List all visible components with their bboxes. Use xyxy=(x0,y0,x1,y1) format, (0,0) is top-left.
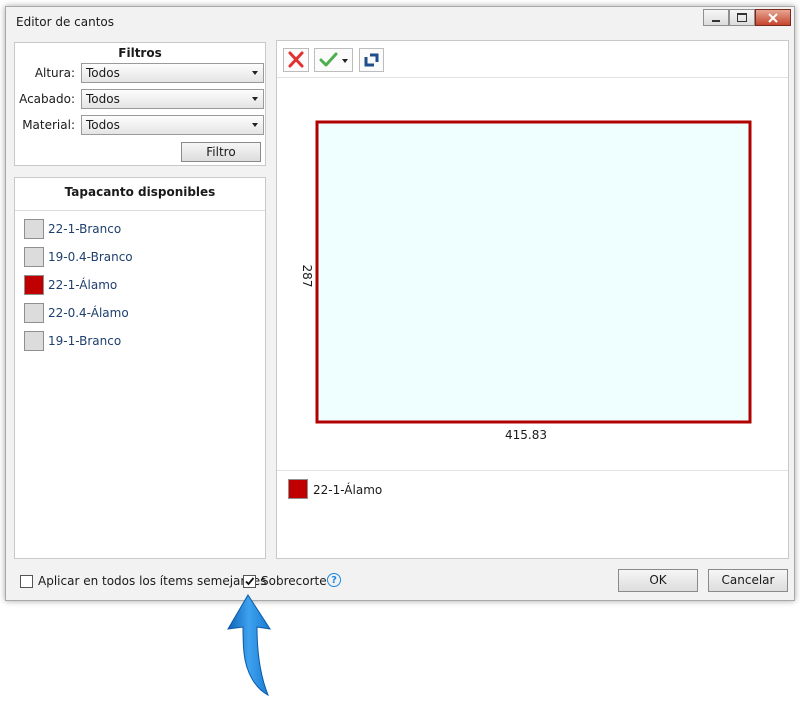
panel-preview: 287 415.83 xyxy=(300,120,752,442)
ok-button[interactable]: OK xyxy=(618,569,698,592)
selected-edge-swatch xyxy=(288,479,308,499)
rotate-icon xyxy=(364,53,379,67)
edge-label: 19-1-Branco xyxy=(48,334,122,348)
apply-all-checkbox[interactable] xyxy=(20,575,33,588)
list-item[interactable]: 19-1-Branco xyxy=(24,331,254,353)
chevron-down-icon xyxy=(252,97,258,101)
edge-list-title: Tapacanto disponibles xyxy=(15,178,265,211)
preview-panel: 287 415.83 22-1-Álamo xyxy=(276,40,789,559)
altura-value: Todos xyxy=(86,66,120,80)
acabado-label: Acabado: xyxy=(19,92,75,106)
preview-toolbar xyxy=(277,41,788,78)
edge-label: 22-1-Branco xyxy=(48,222,122,236)
edge-color-swatch xyxy=(24,275,44,295)
edge-label: 19-0.4-Branco xyxy=(48,250,133,264)
edge-label: 22-1-Álamo xyxy=(48,278,118,292)
apply-all-label: Aplicar en todos los ítems semejantes xyxy=(38,574,267,588)
checkmark-icon xyxy=(245,577,255,586)
altura-select[interactable]: Todos xyxy=(81,63,264,83)
edge-color-swatch xyxy=(24,219,44,239)
material-value: Todos xyxy=(86,118,120,132)
panel-shape[interactable] xyxy=(315,120,752,424)
rotate-button[interactable] xyxy=(359,48,384,72)
delete-edge-button[interactable] xyxy=(283,48,309,72)
list-item[interactable]: 22-1-Álamo xyxy=(24,275,254,297)
edge-color-swatch xyxy=(24,331,44,351)
window-title: Editor de cantos xyxy=(16,15,114,29)
close-button[interactable] xyxy=(755,9,791,26)
edge-label: 22-0.4-Álamo xyxy=(48,306,129,320)
height-dimension: 287 xyxy=(300,265,314,288)
edge-color-swatch xyxy=(24,247,44,267)
cancel-button[interactable]: Cancelar xyxy=(708,569,788,592)
title-bar: Editor de cantos xyxy=(6,7,794,37)
edge-editor-window: Editor de cantos Filtros Altura: Todos A… xyxy=(5,6,795,601)
acabado-value: Todos xyxy=(86,92,120,106)
list-item[interactable]: 19-0.4-Branco xyxy=(24,247,254,269)
list-item[interactable]: 22-0.4-Álamo xyxy=(24,303,254,325)
maximize-icon xyxy=(737,13,747,22)
help-icon[interactable]: ? xyxy=(327,573,341,587)
edge-list-panel: Tapacanto disponibles 22-1-Branco 19-0.4-… xyxy=(14,177,266,559)
chevron-down-icon xyxy=(342,59,348,63)
filters-panel: Filtros Altura: Todos Acabado: Todos Mat… xyxy=(14,42,266,166)
overcut-checkbox[interactable] xyxy=(243,575,256,588)
green-check-icon xyxy=(319,52,338,67)
chevron-down-icon xyxy=(252,71,258,75)
acabado-select[interactable]: Todos xyxy=(81,89,264,109)
material-label: Material: xyxy=(22,118,75,132)
minimize-icon xyxy=(712,19,720,22)
filter-button[interactable]: Filtro xyxy=(181,142,261,162)
apply-edge-dropdown[interactable] xyxy=(314,48,353,72)
material-select[interactable]: Todos xyxy=(81,115,264,135)
altura-label: Altura: xyxy=(34,66,75,80)
selected-edge-label: 22-1-Álamo xyxy=(313,483,383,497)
overcut-label: Sobrecorte xyxy=(261,574,327,588)
divider xyxy=(277,470,788,471)
blue-up-arrow-icon xyxy=(227,594,272,697)
red-x-icon xyxy=(288,51,304,68)
minimize-button[interactable] xyxy=(703,9,729,26)
maximize-button[interactable] xyxy=(729,9,755,26)
close-icon xyxy=(768,12,778,23)
filters-title: Filtros xyxy=(118,46,162,60)
width-dimension: 415.83 xyxy=(505,428,547,442)
edge-color-swatch xyxy=(24,303,44,323)
chevron-down-icon xyxy=(252,123,258,127)
list-item[interactable]: 22-1-Branco xyxy=(24,219,254,241)
